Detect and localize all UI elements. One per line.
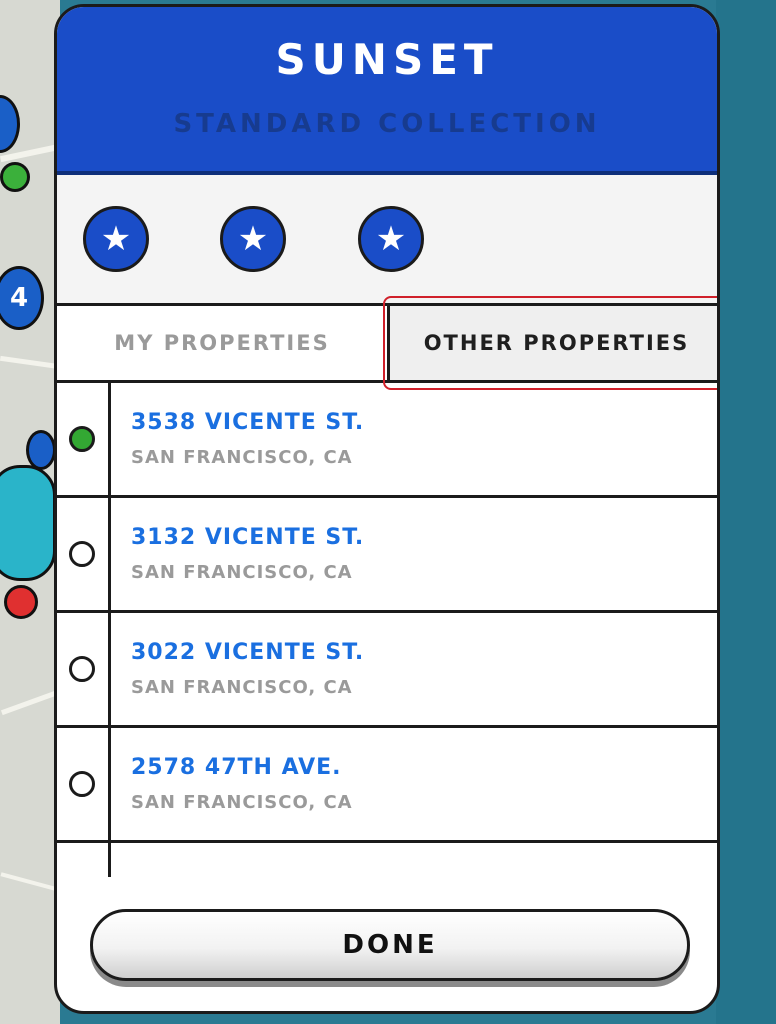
property-city: SAN FRANCISCO, CA [131,447,353,468]
map-pin-icon [26,430,56,470]
map-water [716,0,776,1024]
list-item[interactable]: 3132 VICENTE ST. SAN FRANCISCO, CA [57,498,717,613]
map-character-icon [0,465,56,581]
radio-icon[interactable] [69,771,95,797]
list-item[interactable]: 3538 VICENTE ST. SAN FRANCISCO, CA [57,383,717,498]
star-icon: ★ [358,206,424,272]
tab-other-properties[interactable]: OTHER PROPERTIES [387,306,717,380]
radio-icon[interactable] [69,541,95,567]
radio-icon[interactable] [69,656,95,682]
modal-subtitle: STANDARD COLLECTION [173,109,601,139]
list-item-partial[interactable] [57,843,717,877]
radio-selected-icon[interactable] [69,426,95,452]
tab-my-properties[interactable]: MY PROPERTIES [57,306,387,380]
done-button[interactable]: DONE [90,909,690,981]
map-pin-icon [0,162,30,192]
star-icon: ★ [83,206,149,272]
property-city: SAN FRANCISCO, CA [131,792,353,813]
map-pin-icon [4,585,38,619]
property-street: 3022 VICENTE ST. [131,640,365,665]
collection-stars: ★ ★ ★ [57,175,717,306]
property-collection-modal: SUNSET STANDARD COLLECTION ★ ★ ★ MY PROP… [54,4,720,1014]
modal-title: SUNSET [275,35,499,84]
property-street: 3538 VICENTE ST. [131,410,365,435]
list-item[interactable]: 3022 VICENTE ST. SAN FRANCISCO, CA [57,613,717,728]
modal-header: SUNSET STANDARD COLLECTION [57,7,717,175]
property-tabs: MY PROPERTIES OTHER PROPERTIES [57,296,717,390]
property-street: 3132 VICENTE ST. [131,525,365,550]
property-list[interactable]: 3538 VICENTE ST. SAN FRANCISCO, CA 3132 … [57,383,717,877]
list-item[interactable]: 2578 47TH AVE. SAN FRANCISCO, CA [57,728,717,843]
property-street: 2578 47TH AVE. [131,755,342,780]
star-icon: ★ [220,206,286,272]
property-city: SAN FRANCISCO, CA [131,677,353,698]
property-city: SAN FRANCISCO, CA [131,562,353,583]
